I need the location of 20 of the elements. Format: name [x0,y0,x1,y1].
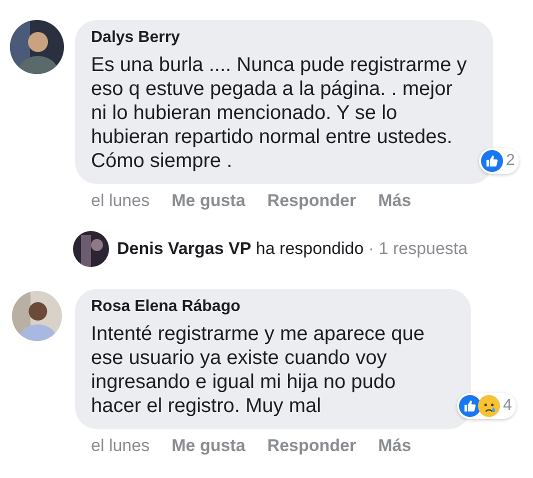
replies-link[interactable]: Denis Vargas VP ha respondido · 1 respuesta [117,239,468,259]
timestamp[interactable]: el lunes [91,191,150,211]
thumbs-up-icon [459,395,481,417]
comment-text: Es una burla .... Nunca pude registrarme y eso q estuve pegada a la página. . mejor ni lo hubieran mencionado. Y se lo hubieran repartido normal entre ustedes. Cómo siempre . [91,53,468,173]
reaction-count: 4 [503,397,512,415]
action-link[interactable]: Responder [267,191,356,211]
comment-text: Intenté registrarme y me aparece que ese usuario ya existe cuando voy ingresando e igual mi hija no pudo hacer el registro. Muy mal [91,322,426,418]
action-link[interactable]: Me gusta [172,436,246,456]
timestamp[interactable]: el lunes [91,436,150,456]
crying-face-icon [478,395,500,417]
author-name[interactable]: Rosa Elena Rábago [91,298,455,316]
author-name[interactable]: Dalys Berry [91,29,477,47]
action-link[interactable]: Más [378,436,412,456]
reaction-count-badge[interactable]: 2 [479,148,519,174]
action-link[interactable]: Me gusta [172,191,246,211]
action-link[interactable]: Más [378,191,412,211]
reaction-count: 2 [506,152,515,170]
action-link[interactable]: Responder [267,436,356,456]
thumbs-up-icon [481,150,503,172]
reaction-count-badge[interactable]: 4 [457,393,516,419]
